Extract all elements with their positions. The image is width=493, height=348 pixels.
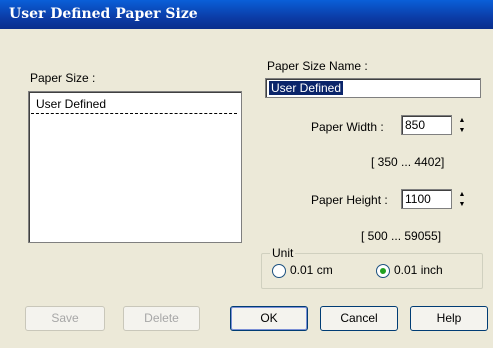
paper-height-spinner[interactable]: ▲ ▼: [455, 190, 469, 210]
paper-size-list[interactable]: User Defined: [28, 91, 242, 243]
radio-selected-dot: [380, 268, 386, 274]
paper-size-name-label: Paper Size Name :: [267, 59, 368, 73]
spin-up-icon[interactable]: ▲: [455, 116, 469, 125]
paper-size-name-value: User Defined: [269, 81, 344, 95]
paper-width-spinner[interactable]: ▲ ▼: [455, 116, 469, 136]
paper-height-label: Paper Height :: [311, 193, 388, 207]
save-button[interactable]: Save: [25, 306, 105, 331]
help-button[interactable]: Help: [410, 306, 488, 331]
paper-height-input[interactable]: 1100: [401, 189, 452, 209]
paper-size-label: Paper Size :: [30, 71, 96, 85]
window-title: User Defined Paper Size: [9, 6, 198, 22]
list-item[interactable]: User Defined: [31, 95, 237, 114]
paper-width-value: 850: [405, 118, 426, 132]
unit-inch-label[interactable]: 0.01 inch: [394, 263, 443, 277]
spin-up-icon[interactable]: ▲: [455, 190, 469, 199]
paper-width-input[interactable]: 850: [401, 115, 452, 135]
unit-cm-label[interactable]: 0.01 cm: [290, 263, 333, 277]
delete-button[interactable]: Delete: [123, 306, 200, 331]
spin-down-icon[interactable]: ▼: [455, 126, 469, 135]
title-bar[interactable]: User Defined Paper Size: [0, 0, 493, 29]
unit-cm-radio[interactable]: [272, 264, 286, 278]
ok-button[interactable]: OK: [230, 306, 308, 331]
paper-height-value: 1100: [405, 192, 431, 206]
paper-width-range: [ 350 ... 4402]: [371, 155, 445, 169]
cancel-button[interactable]: Cancel: [320, 306, 398, 331]
list-item-label: User Defined: [36, 97, 107, 111]
paper-width-label: Paper Width :: [311, 120, 384, 134]
spin-down-icon[interactable]: ▼: [455, 200, 469, 209]
dialog-window: User Defined Paper Size Paper Size : Use…: [0, 0, 493, 348]
paper-height-range: [ 500 ... 59055]: [361, 229, 442, 243]
paper-size-name-input[interactable]: User Defined: [265, 78, 481, 98]
unit-group-label: Unit: [270, 246, 296, 260]
unit-group: Unit 0.01 cm 0.01 inch: [261, 246, 483, 289]
unit-inch-radio[interactable]: [376, 264, 390, 278]
